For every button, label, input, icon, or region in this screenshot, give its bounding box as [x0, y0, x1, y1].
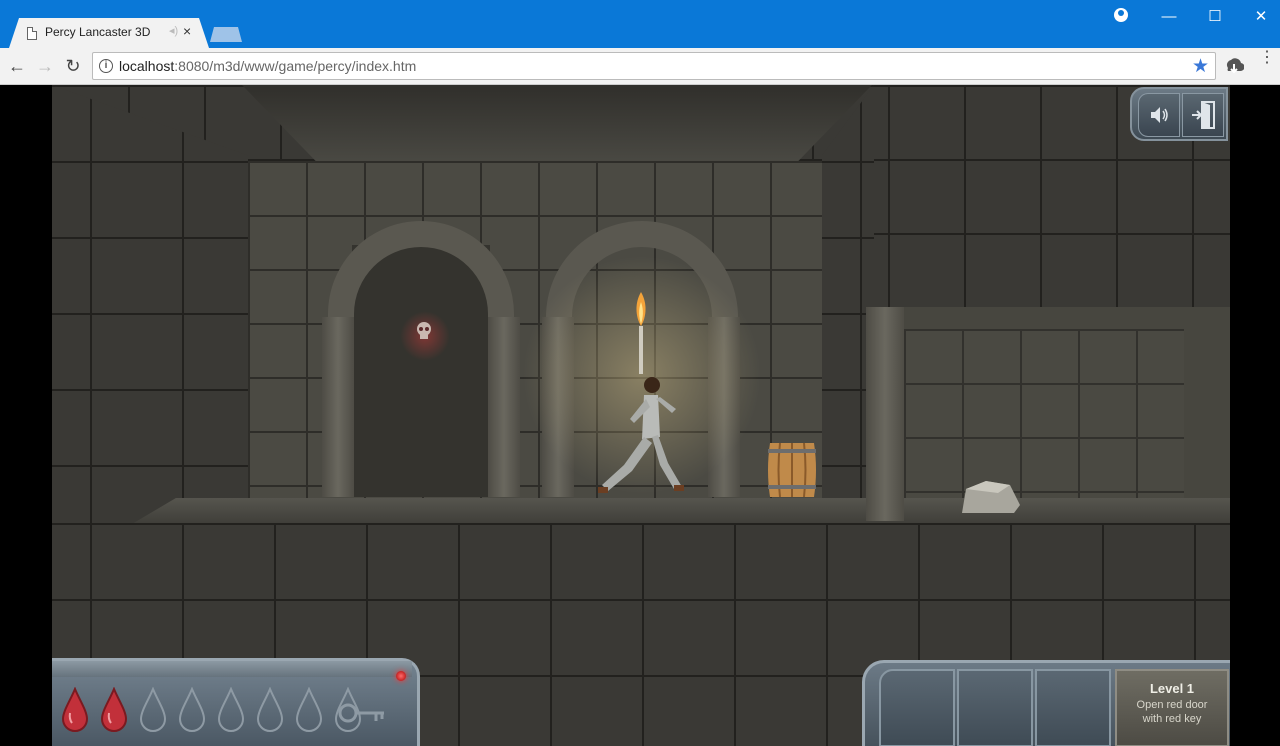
health-drop-empty [295, 687, 323, 732]
inventory-slot-1[interactable] [879, 669, 955, 746]
info-icon[interactable]: i [99, 59, 113, 73]
boulder [962, 481, 1020, 513]
exit-button[interactable] [1182, 93, 1224, 137]
document-icon [27, 27, 37, 40]
level-title: Level 1 [1149, 681, 1195, 696]
profile-icon[interactable] [1114, 8, 1128, 22]
player-character [598, 377, 684, 493]
corridor-wall [904, 329, 1184, 499]
maximize-button[interactable]: ☐ [1192, 0, 1238, 32]
panel-trim [52, 661, 412, 677]
close-window-button[interactable]: ✕ [1238, 0, 1280, 32]
torch-icon [636, 292, 646, 374]
floor-ledge [132, 498, 1230, 524]
key-icon [338, 703, 384, 723]
minimize-button[interactable]: — [1146, 0, 1192, 32]
tab-audio-icon: ◂) [169, 25, 179, 37]
game-viewport: Level 1 Open red door with red key [0, 85, 1280, 746]
exit-door-icon [1192, 101, 1215, 129]
health-drop-empty [178, 687, 206, 732]
corridor-pillar [866, 307, 904, 521]
pillar [322, 317, 354, 497]
skull-icon [417, 322, 431, 339]
inventory-slot-2[interactable] [957, 669, 1033, 746]
level-objective: Open red door with red key [1136, 699, 1208, 725]
health-drop-empty [256, 687, 284, 732]
left-side-wall [52, 85, 248, 525]
reload-button[interactable]: ↻ [62, 55, 84, 77]
health-drop-empty [217, 687, 245, 732]
new-tab-button[interactable] [210, 27, 242, 42]
pillar [488, 317, 520, 497]
speaker-icon [1151, 107, 1168, 123]
browser-tab[interactable]: Percy Lancaster 3D ◂) × [9, 18, 209, 48]
inventory-panel: Level 1 Open red door with red key [862, 660, 1230, 746]
browser-titlebar: Percy Lancaster 3D ◂) × — ☐ ✕ [0, 0, 1280, 48]
tab-close-button[interactable]: × [183, 23, 191, 39]
browser-toolbar: ← → ↻ i localhost:8080/m3d/www/game/perc… [0, 48, 1280, 85]
health-drop-full [61, 687, 89, 732]
health-panel [52, 658, 420, 746]
health-drop-full [100, 687, 128, 732]
level-info: Level 1 Open red door with red key [1115, 669, 1229, 746]
barrel [768, 442, 816, 498]
sound-button[interactable] [1138, 93, 1180, 137]
url-text[interactable]: localhost:8080/m3d/www/game/percy/index.… [119, 58, 416, 74]
back-button[interactable]: ← [6, 55, 28, 77]
health-drop-empty [139, 687, 167, 732]
ceiling [242, 85, 872, 163]
game-canvas[interactable]: Level 1 Open red door with red key [52, 85, 1230, 746]
inventory-slot-3[interactable] [1035, 669, 1111, 746]
forward-button[interactable]: → [34, 55, 56, 77]
hud-controls [1130, 87, 1228, 141]
bookmark-star-icon[interactable]: ★ [1192, 55, 1209, 78]
extension-icon[interactable] [1224, 56, 1244, 76]
alert-light [396, 671, 406, 681]
menu-icon[interactable]: ⋮ [1259, 50, 1275, 66]
tab-title: Percy Lancaster 3D [45, 25, 151, 39]
address-bar[interactable]: i localhost:8080/m3d/www/game/percy/inde… [92, 52, 1216, 80]
